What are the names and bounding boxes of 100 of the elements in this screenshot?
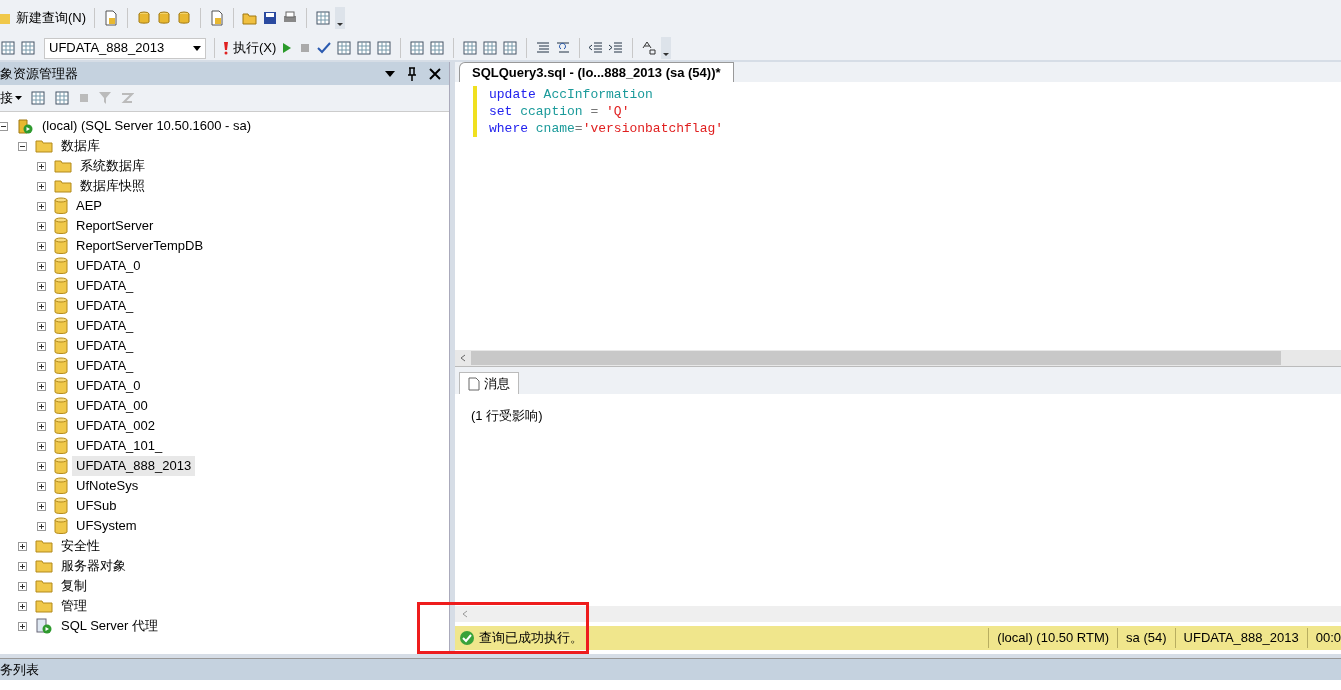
- tree-item[interactable]: UFDATA_00: [72, 396, 152, 416]
- check-icon[interactable]: [316, 40, 333, 56]
- folder-icon: [35, 578, 53, 594]
- tree-item[interactable]: 系统数据库: [76, 156, 149, 176]
- outdent-icon[interactable]: [588, 40, 605, 56]
- expand-icon[interactable]: [37, 321, 46, 331]
- tree-item[interactable]: UFDATA_: [72, 296, 138, 316]
- database-icon: [54, 197, 68, 215]
- folder-icon: [35, 558, 53, 574]
- database-icon: [54, 417, 68, 435]
- pin-icon[interactable]: [407, 66, 417, 81]
- success-icon: [459, 630, 475, 646]
- panel-title: 象资源管理器: [0, 64, 78, 83]
- expand-icon[interactable]: [37, 301, 46, 311]
- tree-item[interactable]: UFSub: [72, 496, 121, 516]
- comment-icon[interactable]: [535, 40, 552, 56]
- tree-item[interactable]: UfNoteSys: [72, 476, 143, 496]
- uncomment-icon[interactable]: [555, 40, 572, 56]
- overflow-icon[interactable]: [661, 37, 672, 59]
- dropdown-icon[interactable]: [385, 70, 395, 77]
- new-query-button[interactable]: 新建查询(N): [0, 8, 87, 28]
- editor-tab[interactable]: SQLQuery3.sql - (lo...888_2013 (sa (54))*: [459, 62, 734, 82]
- tree-item[interactable]: 安全性: [57, 536, 104, 556]
- connect-button[interactable]: 接: [0, 88, 22, 108]
- message-text: (1 行受影响): [471, 408, 543, 423]
- execute-button[interactable]: 执行(X): [223, 38, 277, 58]
- tree-item[interactable]: UFDATA_888_2013: [72, 456, 196, 476]
- database-icon: [54, 377, 68, 395]
- database-icon: [54, 517, 68, 535]
- expand-icon[interactable]: [37, 161, 46, 171]
- tree-item[interactable]: UFDATA_: [72, 356, 138, 376]
- expand-icon[interactable]: [37, 361, 46, 371]
- expand-icon[interactable]: [37, 201, 46, 211]
- expand-icon[interactable]: [18, 621, 27, 631]
- expand-icon[interactable]: [37, 261, 46, 271]
- collapse-icon[interactable]: [0, 121, 8, 131]
- expand-icon[interactable]: [18, 581, 27, 591]
- horizontal-scrollbar[interactable]: [455, 350, 1341, 366]
- tree-item[interactable]: 复制: [57, 576, 91, 596]
- database-icon: [54, 397, 68, 415]
- close-icon[interactable]: [429, 67, 441, 80]
- tree-item[interactable]: (local) (SQL Server 10.50.1600 - sa): [38, 116, 256, 136]
- expand-icon[interactable]: [37, 281, 46, 291]
- folder-icon: [35, 598, 53, 614]
- code-line: set ccaption = 'Q': [489, 103, 631, 120]
- panel-title: 务列表: [0, 660, 39, 679]
- database-icon[interactable]: [136, 10, 153, 26]
- tree-item[interactable]: UFDATA_0: [72, 256, 145, 276]
- expand-icon[interactable]: [37, 461, 46, 471]
- tree-item[interactable]: 数据库: [57, 136, 104, 156]
- tree-item[interactable]: ReportServerTempDB: [72, 236, 208, 256]
- horizontal-scrollbar[interactable]: [455, 606, 1341, 622]
- database-dropdown[interactable]: UFDATA_888_2013: [44, 37, 206, 59]
- folder-icon: [54, 158, 72, 174]
- expand-icon[interactable]: [37, 401, 46, 411]
- expand-icon[interactable]: [18, 561, 27, 571]
- database-icon: [54, 257, 68, 275]
- expand-icon[interactable]: [37, 441, 46, 451]
- database-icon: [54, 357, 68, 375]
- database-icon: [54, 337, 68, 355]
- expand-icon[interactable]: [37, 481, 46, 491]
- expand-icon[interactable]: [37, 341, 46, 351]
- exclamation-icon: [223, 41, 229, 55]
- database-icon[interactable]: [156, 10, 173, 26]
- tree-item[interactable]: UFDATA_: [72, 276, 138, 296]
- overflow-icon[interactable]: [335, 7, 346, 29]
- expand-icon[interactable]: [37, 501, 46, 511]
- collapse-icon[interactable]: [18, 141, 27, 151]
- tree-item[interactable]: UFDATA_002: [72, 416, 159, 436]
- tree-item[interactable]: SQL Server 代理: [57, 616, 163, 636]
- caret-icon: [15, 96, 22, 100]
- expand-icon[interactable]: [37, 421, 46, 431]
- tree-item[interactable]: UFSystem: [72, 516, 141, 536]
- database-icon[interactable]: [176, 10, 193, 26]
- database-icon: [54, 297, 68, 315]
- tree-item[interactable]: 管理: [57, 596, 91, 616]
- expand-icon[interactable]: [37, 221, 46, 231]
- code-editor[interactable]: update AccInformation set ccaption = 'Q' where cname='versionbatchflag': [455, 82, 1341, 350]
- expand-icon[interactable]: [37, 181, 46, 191]
- tree-item[interactable]: AEP: [72, 196, 106, 216]
- tree-item[interactable]: 数据库快照: [76, 176, 149, 196]
- tree-item[interactable]: UFDATA_0: [72, 376, 145, 396]
- tree-item[interactable]: UFDATA_101_: [72, 436, 167, 456]
- save-icon[interactable]: [262, 10, 279, 26]
- server-icon: [16, 117, 34, 135]
- expand-icon[interactable]: [18, 541, 27, 551]
- expand-icon[interactable]: [18, 601, 27, 611]
- database-icon: [54, 437, 68, 455]
- indent-icon[interactable]: [608, 40, 625, 56]
- caret-icon: [193, 45, 201, 51]
- tree-item[interactable]: UFDATA_: [72, 316, 138, 336]
- messages-tab[interactable]: 消息: [459, 372, 519, 394]
- tree-item[interactable]: ReportServer: [72, 216, 158, 236]
- database-icon: [54, 317, 68, 335]
- folder-icon: [35, 538, 53, 554]
- tree-item[interactable]: 服务器对象: [57, 556, 130, 576]
- tree-item[interactable]: UFDATA_: [72, 336, 138, 356]
- expand-icon[interactable]: [37, 241, 46, 251]
- expand-icon[interactable]: [37, 381, 46, 391]
- expand-icon[interactable]: [37, 521, 46, 531]
